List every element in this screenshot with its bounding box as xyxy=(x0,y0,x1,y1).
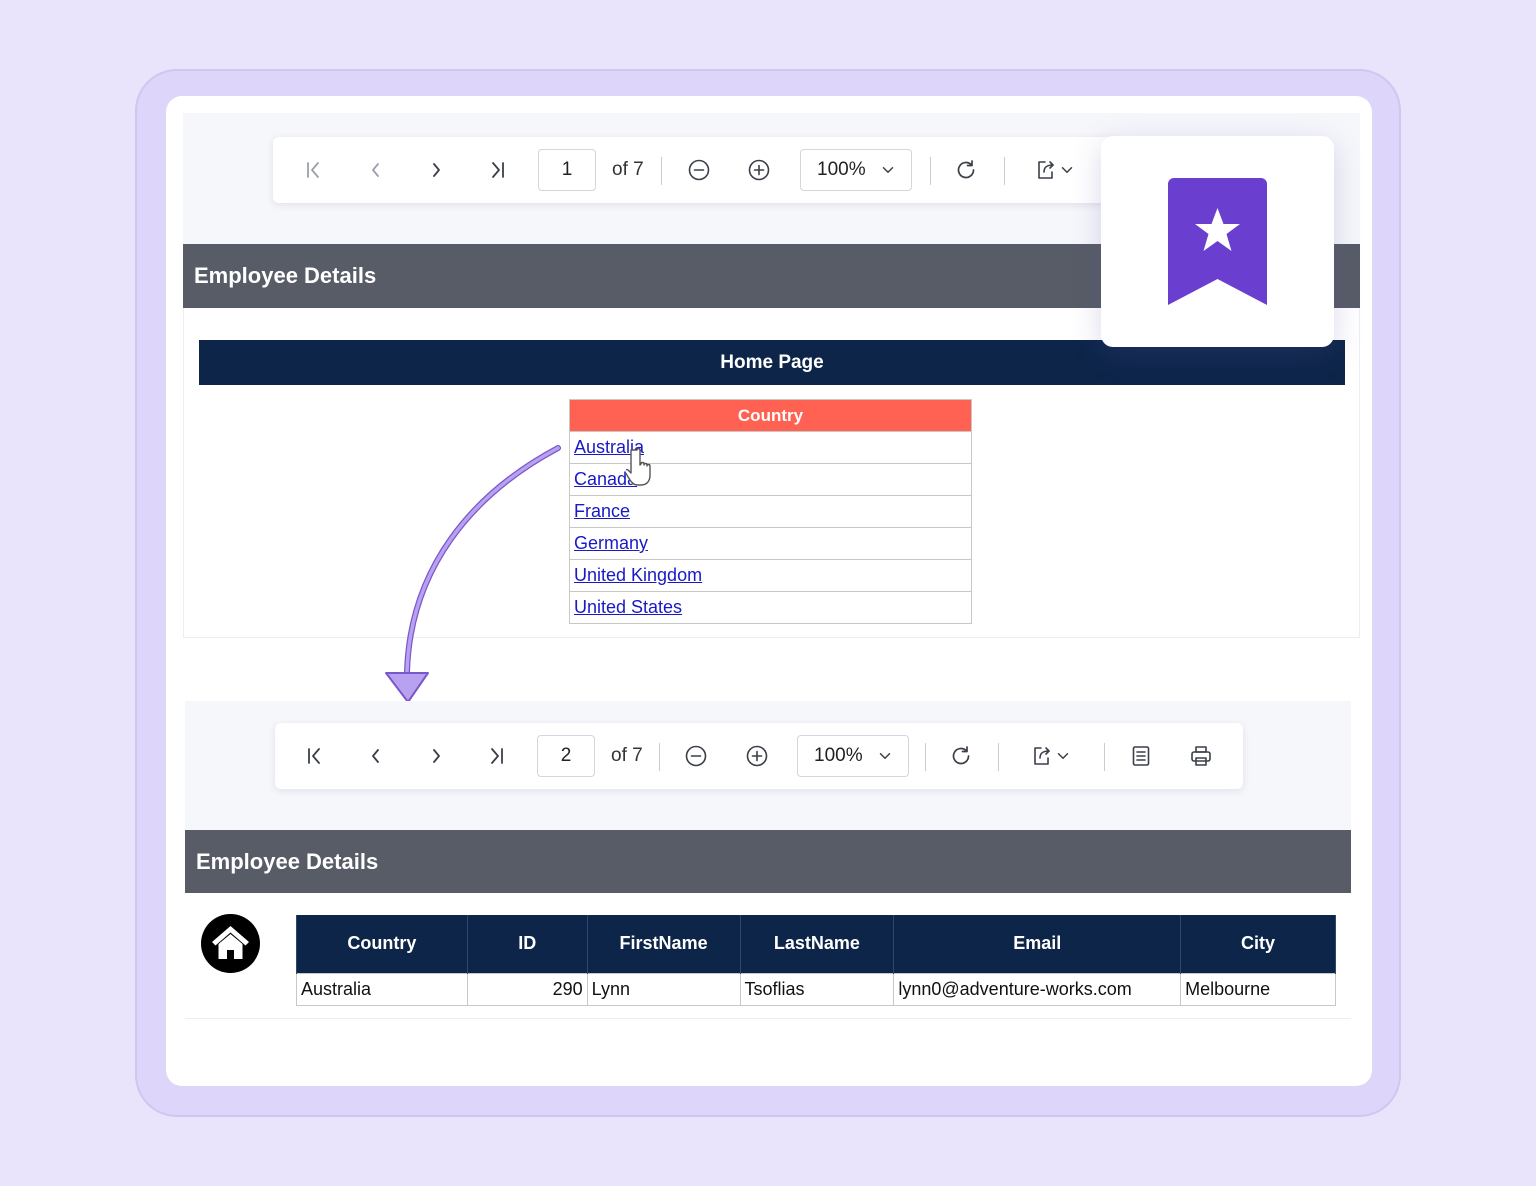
cell-firstname: Lynn xyxy=(586,972,741,1006)
table-row: Germany xyxy=(569,527,972,560)
table-header-row: Country ID FirstName LastName Email City xyxy=(296,915,1336,973)
column-header-id: ID xyxy=(466,915,588,973)
first-page-button[interactable] xyxy=(296,153,332,187)
refresh-icon xyxy=(957,160,975,179)
page-count-text: of 7 xyxy=(611,745,643,766)
chevron-down-icon xyxy=(879,753,891,759)
toolbar-separator xyxy=(930,157,931,185)
toolbar-separator xyxy=(1004,157,1005,185)
column-header-city: City xyxy=(1180,915,1336,973)
refresh-button[interactable] xyxy=(948,153,984,187)
report-header: Employee Details xyxy=(185,830,1351,893)
previous-page-button[interactable] xyxy=(358,739,394,773)
curved-arrow-icon xyxy=(385,445,561,703)
zoom-in-icon xyxy=(746,745,768,767)
print-icon xyxy=(1191,746,1211,766)
page-number-input[interactable]: 1 xyxy=(538,149,596,191)
zoom-out-icon xyxy=(685,745,707,767)
refresh-icon xyxy=(952,746,970,765)
page-number-input[interactable]: 2 xyxy=(537,735,595,777)
zoom-out-button[interactable] xyxy=(678,739,714,773)
chevron-left-icon xyxy=(372,749,379,763)
zoom-value: 100% xyxy=(817,159,866,180)
last-page-icon xyxy=(491,748,503,764)
page-count-text: of 7 xyxy=(612,159,644,180)
export-icon xyxy=(1034,747,1050,765)
country-link-united-kingdom[interactable]: United Kingdom xyxy=(574,565,702,585)
toolbar-separator xyxy=(998,743,999,771)
chevron-down-icon xyxy=(1057,753,1069,759)
country-link-united-states[interactable]: United States xyxy=(574,597,682,617)
export-dropdown-button[interactable] xyxy=(1029,153,1081,187)
column-header-firstname: FirstName xyxy=(586,915,741,973)
first-page-icon xyxy=(307,162,319,178)
zoom-in-button[interactable] xyxy=(741,153,777,187)
page-setup-button[interactable] xyxy=(1123,739,1159,773)
chevron-left-icon xyxy=(372,163,379,177)
cell-lastname: Tsoflias xyxy=(739,972,895,1006)
document-icon xyxy=(1132,746,1150,766)
export-dropdown-button[interactable] xyxy=(1025,739,1077,773)
zoom-value: 100% xyxy=(814,745,863,766)
report-title: Employee Details xyxy=(196,848,379,874)
zoom-in-button[interactable] xyxy=(739,739,775,773)
zoom-out-button[interactable] xyxy=(681,153,717,187)
table-row: United States xyxy=(569,591,972,624)
bookmark-star-icon xyxy=(1168,178,1267,305)
first-page-button[interactable] xyxy=(297,739,333,773)
table-row: Australia 290 Lynn Tsoflias lynn0@advent… xyxy=(296,972,1336,1006)
cell-email: lynn0@adventure-works.com xyxy=(893,972,1182,1006)
toolbar-separator xyxy=(659,743,660,771)
country-link-germany[interactable]: Germany xyxy=(574,533,648,553)
cell-country: Australia xyxy=(296,972,468,1006)
column-header-email: Email xyxy=(893,915,1182,973)
home-page-title: Home Page xyxy=(720,351,824,373)
last-page-button[interactable] xyxy=(479,153,515,187)
report-title: Employee Details xyxy=(194,263,377,288)
home-icon[interactable] xyxy=(201,914,260,973)
zoom-select[interactable]: 100% xyxy=(800,149,912,191)
toolbar-separator xyxy=(925,743,926,771)
country-column-header: Country xyxy=(569,399,972,432)
column-header-country: Country xyxy=(296,915,468,973)
viewer1-toolbar: 1 of 7 100% xyxy=(273,137,1123,203)
toolbar-separator xyxy=(661,157,662,185)
zoom-in-icon xyxy=(748,159,770,181)
cell-city: Melbourne xyxy=(1180,972,1336,1006)
first-page-icon xyxy=(308,748,320,764)
zoom-select[interactable]: 100% xyxy=(797,735,909,777)
chevron-down-icon xyxy=(1061,167,1073,173)
print-button[interactable] xyxy=(1183,739,1219,773)
country-link-france[interactable]: France xyxy=(574,501,630,521)
chevron-down-icon xyxy=(882,167,894,173)
cell-id: 290 xyxy=(466,972,588,1006)
previous-page-button[interactable] xyxy=(358,153,394,187)
export-icon xyxy=(1038,161,1054,179)
column-header-lastname: LastName xyxy=(739,915,895,973)
last-page-icon xyxy=(492,162,504,178)
bookmark-card xyxy=(1101,136,1334,347)
table-row: France xyxy=(569,495,972,528)
next-page-button[interactable] xyxy=(418,153,454,187)
hand-pointer-icon xyxy=(626,447,651,486)
viewer2-toolbar: 2 of 7 100% xyxy=(275,723,1243,789)
chevron-right-icon xyxy=(433,163,440,177)
table-row: United Kingdom xyxy=(569,559,972,592)
toolbar-separator xyxy=(1104,743,1105,771)
zoom-out-icon xyxy=(688,159,710,181)
next-page-button[interactable] xyxy=(418,739,454,773)
refresh-button[interactable] xyxy=(943,739,979,773)
country-table: Country Australia Canada France Germany … xyxy=(569,399,972,624)
chevron-right-icon xyxy=(433,749,440,763)
employee-table: Country ID FirstName LastName Email City… xyxy=(296,915,1336,1006)
last-page-button[interactable] xyxy=(478,739,514,773)
